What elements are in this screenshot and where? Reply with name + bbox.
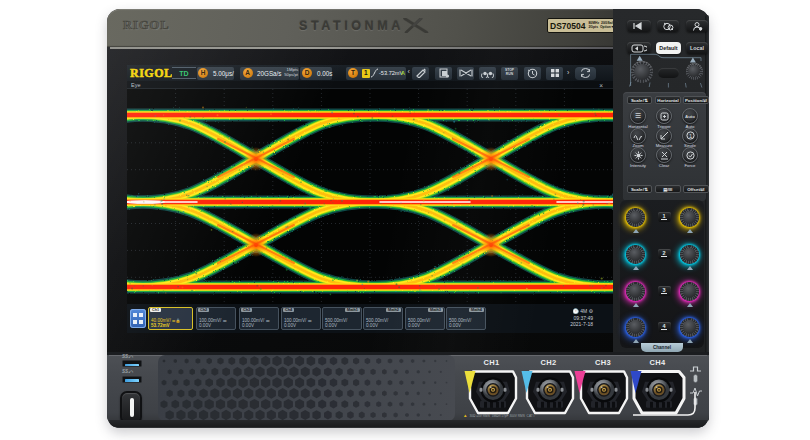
svg-text:1: 1 [689, 133, 693, 139]
